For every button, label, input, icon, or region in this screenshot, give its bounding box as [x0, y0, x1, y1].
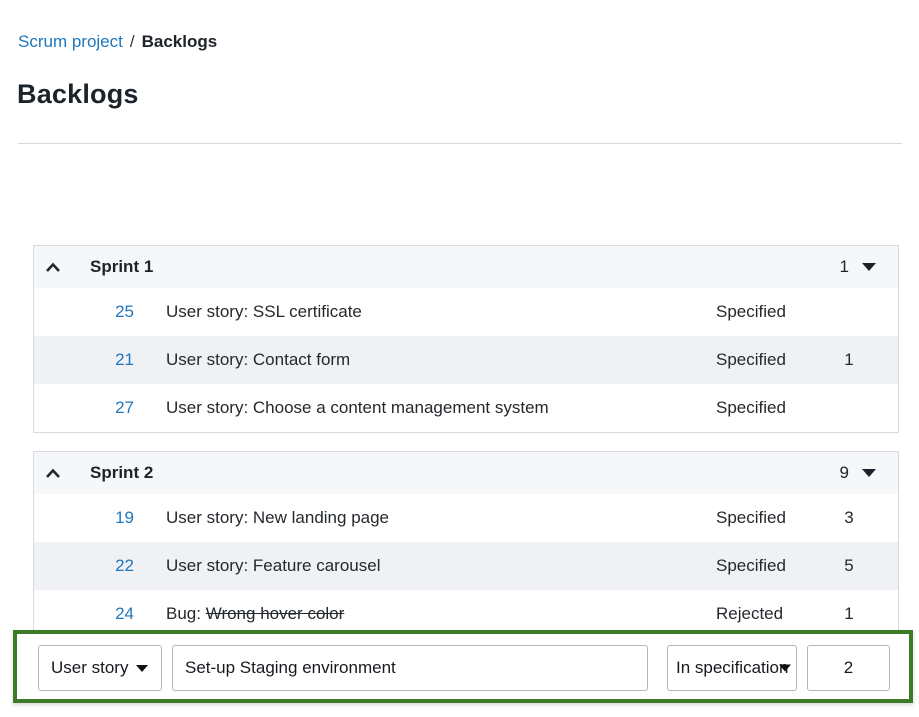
title-divider [18, 143, 902, 144]
backlog-row[interactable]: 21 User story: Contact form Specified 1 [34, 336, 898, 384]
issue-status: Specified [716, 508, 828, 528]
backlog-row[interactable]: 22 User story: Feature carousel Specifie… [34, 542, 898, 590]
issue-status: Specified [716, 302, 828, 322]
status-select[interactable]: In specification [667, 645, 797, 691]
issue-title: User story: Contact form [166, 350, 716, 370]
issue-points: 3 [828, 508, 870, 528]
breadcrumb: Scrum project / Backlogs [18, 31, 217, 53]
dropdown-arrow-icon [136, 665, 148, 672]
issue-title: Bug: Wrong hover color [166, 604, 716, 624]
issue-id-link[interactable]: 27 [34, 398, 134, 418]
issue-id-link[interactable]: 19 [34, 508, 134, 528]
backlog-row[interactable]: 27 User story: Choose a content manageme… [34, 384, 898, 432]
sprint-name: Sprint 1 [90, 257, 153, 277]
breadcrumb-separator: / [130, 32, 135, 51]
sprint-name: Sprint 2 [90, 463, 153, 483]
backlog-row[interactable]: 19 User story: New landing page Specifie… [34, 494, 898, 542]
story-points-input[interactable] [807, 645, 890, 691]
sprint-1-header[interactable]: Sprint 1 1 [34, 246, 898, 288]
sprint-menu-dropdown-icon[interactable] [862, 469, 876, 477]
sprint-group-1: Sprint 1 1 25 User story: SSL certificat… [33, 245, 899, 433]
issue-status: Specified [716, 398, 828, 418]
sprint-group-2: Sprint 2 9 19 User story: New landing pa… [33, 451, 899, 639]
issue-points: 1 [828, 604, 870, 624]
backlog-row[interactable]: 25 User story: SSL certificate Specified [34, 288, 898, 336]
breadcrumb-current: Backlogs [142, 32, 218, 51]
chevron-up-icon[interactable] [44, 467, 62, 479]
sprint-2-header[interactable]: Sprint 2 9 [34, 452, 898, 494]
new-backlog-item-form: User story In specification [13, 630, 913, 703]
backlogs-page: Scrum project / Backlogs Backlogs Sprint 1… [0, 0, 919, 717]
issue-points: 1 [828, 350, 870, 370]
issue-id-link[interactable]: 22 [34, 556, 134, 576]
issue-id-link[interactable]: 21 [34, 350, 134, 370]
dropdown-arrow-icon [779, 665, 791, 672]
issue-id-link[interactable]: 25 [34, 302, 134, 322]
chevron-up-icon[interactable] [44, 261, 62, 273]
issue-title: User story: SSL certificate [166, 302, 716, 322]
issue-title: User story: Feature carousel [166, 556, 716, 576]
sprint-story-points: 1 [840, 257, 849, 277]
breadcrumb-project-link[interactable]: Scrum project [18, 32, 123, 51]
issue-title: User story: New landing page [166, 508, 716, 528]
subject-input[interactable] [172, 645, 648, 691]
tracker-select[interactable]: User story [38, 645, 162, 691]
issue-status: Specified [716, 350, 828, 370]
sprint-menu-dropdown-icon[interactable] [862, 263, 876, 271]
sprint-story-points: 9 [840, 463, 849, 483]
status-select-value: In specification [676, 658, 788, 678]
issue-status: Rejected [716, 604, 828, 624]
issue-points: 5 [828, 556, 870, 576]
tracker-select-value: User story [51, 658, 128, 678]
page-title: Backlogs [17, 79, 139, 110]
issue-id-link[interactable]: 24 [34, 604, 134, 624]
issue-title: User story: Choose a content management … [166, 398, 716, 418]
issue-status: Specified [716, 556, 828, 576]
